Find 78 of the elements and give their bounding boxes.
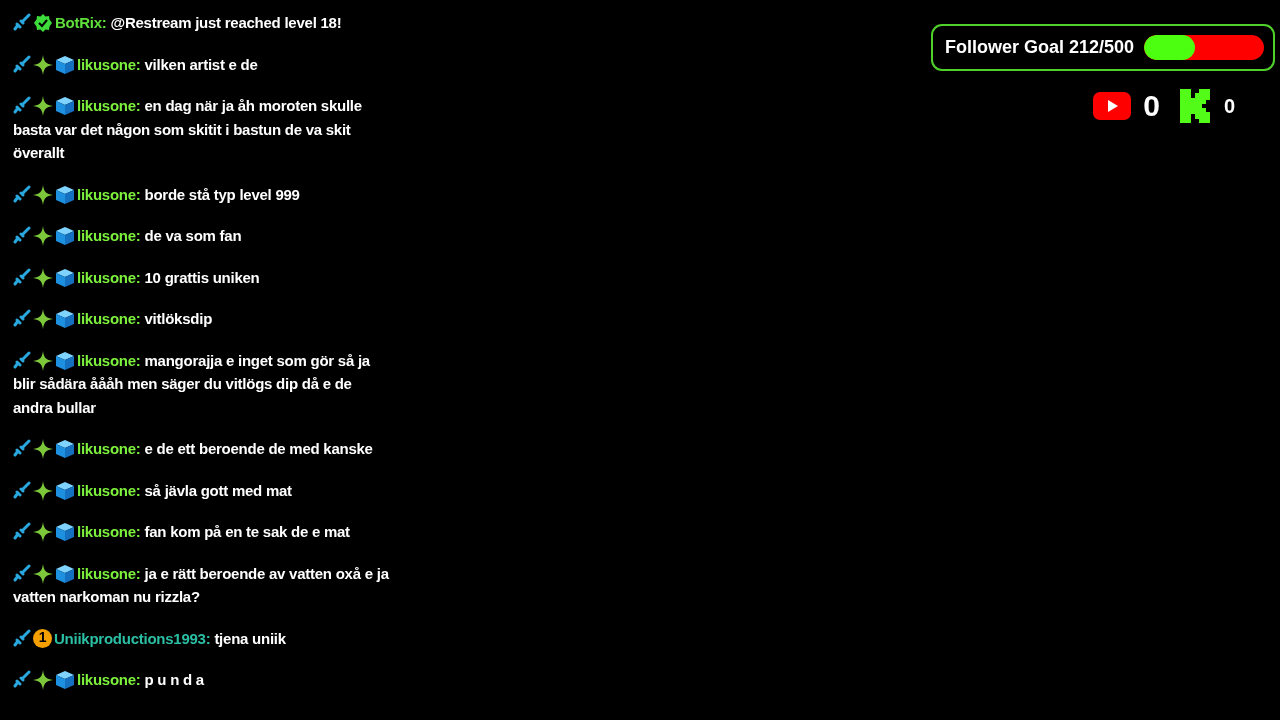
viewer-count: 0 (1143, 89, 1160, 123)
sword-icon (13, 96, 31, 114)
cube-icon (55, 350, 75, 371)
username: likusone: (77, 564, 141, 582)
sword-icon (13, 13, 31, 31)
username: likusone: (77, 440, 141, 457)
username: likusone: (77, 97, 141, 114)
sword-icon (13, 670, 31, 688)
chat-message: tjena uniik (214, 629, 286, 647)
sparkle-icon (33, 54, 53, 75)
username: likusone: (77, 481, 141, 499)
chat-message: de va som fan (144, 227, 242, 244)
sparkle-icon (33, 670, 53, 690)
cube-icon (55, 522, 75, 542)
sword-icon (13, 439, 31, 457)
sword-icon (13, 628, 31, 647)
username: likusone: (77, 671, 141, 688)
sparkle-icon (33, 439, 53, 459)
sparkle-icon (33, 309, 53, 329)
cube-icon (55, 309, 75, 329)
cube-icon (55, 480, 75, 501)
chat-message: ja e rätt beroende av vatten oxå e ja (144, 564, 389, 582)
username: likusone: (77, 310, 141, 327)
chat-message: p u n d a (144, 671, 204, 688)
username: BotRix: (55, 14, 107, 31)
sword-icon (13, 480, 31, 499)
chat-message-line: andra bullar (13, 397, 96, 418)
sword-icon (13, 184, 31, 203)
username: likusone: (77, 185, 141, 203)
play-icon (1093, 92, 1132, 120)
chat-message: en dag när ja åh moroten skulle (144, 97, 362, 114)
sparkle-icon (33, 480, 53, 501)
cube-icon (55, 226, 75, 246)
chat-message: vitlöksdip (144, 310, 213, 327)
chat-message: vilken artist e de (144, 55, 258, 73)
verified-icon (33, 13, 53, 33)
k-logo-icon (1179, 89, 1212, 123)
sparkle-icon (33, 350, 53, 371)
chat-message: så jävla gott med mat (144, 481, 292, 499)
sword-icon (13, 54, 31, 73)
username: likusone: (77, 227, 141, 244)
sparkle-icon (33, 522, 53, 542)
sword-icon (13, 563, 31, 582)
sword-icon (13, 309, 31, 327)
goal-label: Follower Goal 212/500 (944, 37, 1134, 58)
sparkle-icon (33, 563, 53, 584)
chat-message-line: vatten narkoman nu rizzla? (13, 587, 200, 607)
sword-icon (13, 267, 31, 286)
cube-icon (55, 439, 75, 459)
cube-icon (55, 670, 75, 690)
chat-message: @Restream just reached level 18! (110, 14, 342, 31)
chat-message: borde stå typ level 999 (144, 185, 300, 203)
chat-message: mangorajja e inget som gör så ja (144, 351, 370, 369)
sparkle-icon (33, 226, 53, 246)
username: likusone: (77, 268, 141, 286)
username: Uniikproductions1993: (54, 629, 211, 647)
sword-icon (13, 522, 31, 540)
username: likusone: (77, 55, 141, 73)
viewer-count: 0 (1223, 94, 1235, 118)
cube-icon (55, 54, 75, 75)
chat-message-line: överallt (13, 143, 65, 163)
chat-message-line: blir sådära åååh men säger du vitlögs dip då e de (13, 374, 352, 394)
chat-message: e de ett beroende de med kanske (144, 440, 373, 457)
sword-icon (13, 350, 31, 369)
sparkle-icon (33, 184, 53, 205)
chat-message-line: basta var det någon som skitit i bastun de va skit (13, 119, 351, 140)
cube-icon (55, 563, 75, 584)
sparkle-icon (33, 96, 53, 116)
chat-message: fan kom på en te sak de e mat (144, 523, 350, 540)
cube-icon (55, 184, 75, 205)
chat-message: 10 grattis uniken (144, 268, 260, 286)
cube-icon (55, 96, 75, 116)
number-badge: 1 (33, 628, 52, 648)
sparkle-icon (33, 267, 53, 288)
cube-icon (55, 267, 75, 288)
sword-icon (13, 226, 31, 244)
username: likusone: (77, 523, 141, 540)
username: likusone: (77, 351, 141, 369)
